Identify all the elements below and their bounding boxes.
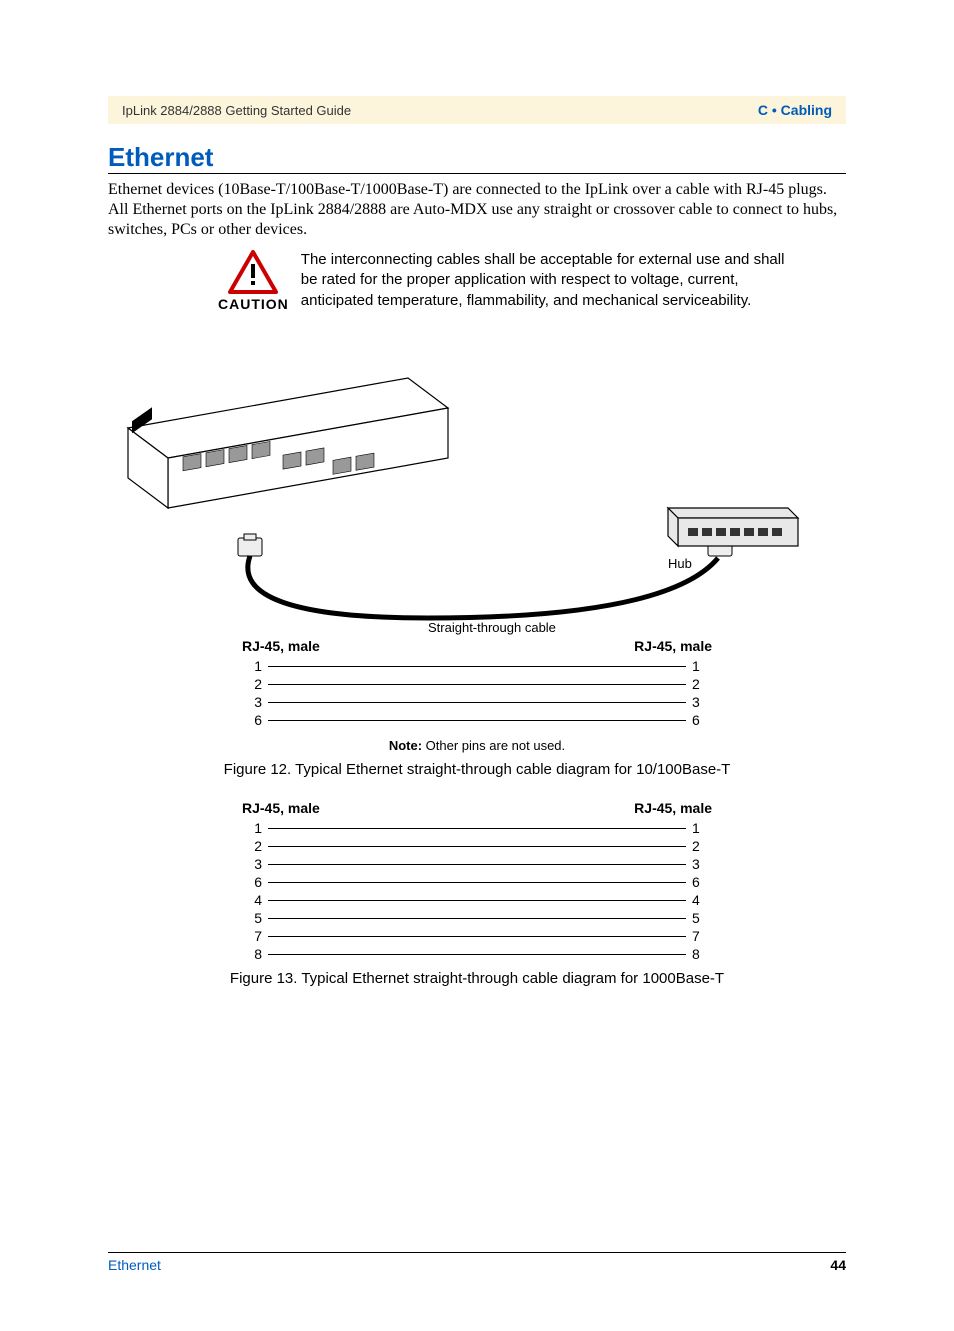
pin-row: 33 bbox=[242, 694, 712, 710]
page-header: IpLink 2884/2888 Getting Started Guide C… bbox=[108, 96, 846, 124]
caution-block: CAUTION The interconnecting cables shall… bbox=[218, 250, 786, 312]
pin-right: 6 bbox=[686, 712, 712, 728]
pin-connection-line bbox=[268, 863, 686, 865]
connection-diagram: Hub Straight-through cable bbox=[108, 338, 846, 638]
pin-row: 55 bbox=[242, 910, 712, 926]
pin-connection-line bbox=[268, 899, 686, 901]
pin-row: 11 bbox=[242, 658, 712, 674]
pin-row: 11 bbox=[242, 820, 712, 836]
intro-paragraph: Ethernet devices (10Base-T/100Base-T/100… bbox=[108, 180, 846, 240]
doc-title: IpLink 2884/2888 Getting Started Guide bbox=[122, 103, 351, 118]
page-number: 44 bbox=[830, 1257, 846, 1273]
pinout1-note: Note: Other pins are not used. bbox=[108, 738, 846, 753]
pin-row: 88 bbox=[242, 946, 712, 962]
pin-right: 2 bbox=[686, 838, 712, 854]
pin-left: 3 bbox=[242, 856, 268, 872]
pinout-diagram-1: RJ-45, male RJ-45, male 11223366 bbox=[242, 638, 712, 728]
pin-right: 4 bbox=[686, 892, 712, 908]
cable-label: Straight-through cable bbox=[428, 620, 556, 635]
section-title: Ethernet bbox=[108, 142, 846, 174]
warning-icon bbox=[228, 250, 278, 294]
hub-label: Hub bbox=[668, 556, 692, 571]
pin-right: 8 bbox=[686, 946, 712, 962]
pin-row: 77 bbox=[242, 928, 712, 944]
section-reference: C • Cabling bbox=[758, 102, 832, 118]
pin-right: 6 bbox=[686, 874, 712, 890]
page-footer: Ethernet 44 bbox=[108, 1252, 846, 1273]
pin-left: 7 bbox=[242, 928, 268, 944]
pin-row: 44 bbox=[242, 892, 712, 908]
pin-right: 7 bbox=[686, 928, 712, 944]
pin-right: 5 bbox=[686, 910, 712, 926]
pin-connection-line bbox=[268, 953, 686, 955]
pin-connection-line bbox=[268, 701, 686, 703]
figure-13-caption: Figure 13. Typical Ethernet straight-thr… bbox=[108, 970, 846, 987]
pin-row: 22 bbox=[242, 676, 712, 692]
pin-connection-line bbox=[268, 827, 686, 829]
pin-left: 2 bbox=[242, 838, 268, 854]
pin-left: 5 bbox=[242, 910, 268, 926]
pin-row: 66 bbox=[242, 712, 712, 728]
pinout-diagram-2: RJ-45, male RJ-45, male 1122336644557788 bbox=[242, 800, 712, 962]
pin-connection-line bbox=[268, 845, 686, 847]
pin-left: 6 bbox=[242, 712, 268, 728]
pin-right: 2 bbox=[686, 676, 712, 692]
pin-row: 22 bbox=[242, 838, 712, 854]
pin-left: 2 bbox=[242, 676, 268, 692]
caution-label: CAUTION bbox=[218, 296, 289, 312]
pinout2-right-header: RJ-45, male bbox=[634, 800, 712, 816]
pin-right: 1 bbox=[686, 820, 712, 836]
pin-left: 6 bbox=[242, 874, 268, 890]
page-content: Ethernet Ethernet devices (10Base-T/100B… bbox=[108, 142, 846, 987]
pinout1-left-header: RJ-45, male bbox=[242, 638, 320, 654]
footer-section: Ethernet bbox=[108, 1257, 161, 1273]
pin-left: 3 bbox=[242, 694, 268, 710]
pin-right: 1 bbox=[686, 658, 712, 674]
pin-right: 3 bbox=[686, 856, 712, 872]
pin-connection-line bbox=[268, 935, 686, 937]
pin-connection-line bbox=[268, 683, 686, 685]
pin-row: 33 bbox=[242, 856, 712, 872]
pin-connection-line bbox=[268, 719, 686, 721]
caution-text: The interconnecting cables shall be acce… bbox=[301, 250, 786, 311]
pin-left: 4 bbox=[242, 892, 268, 908]
pin-connection-line bbox=[268, 881, 686, 883]
caution-indicator: CAUTION bbox=[218, 250, 289, 312]
pin-left: 8 bbox=[242, 946, 268, 962]
pin-left: 1 bbox=[242, 820, 268, 836]
pin-connection-line bbox=[268, 665, 686, 667]
pin-left: 1 bbox=[242, 658, 268, 674]
note-label: Note: bbox=[389, 738, 422, 753]
figure-12-caption: Figure 12. Typical Ethernet straight-thr… bbox=[108, 761, 846, 778]
pin-connection-line bbox=[268, 917, 686, 919]
pin-row: 66 bbox=[242, 874, 712, 890]
pin-right: 3 bbox=[686, 694, 712, 710]
note-text: Other pins are not used. bbox=[422, 738, 565, 753]
pinout1-right-header: RJ-45, male bbox=[634, 638, 712, 654]
pinout2-left-header: RJ-45, male bbox=[242, 800, 320, 816]
